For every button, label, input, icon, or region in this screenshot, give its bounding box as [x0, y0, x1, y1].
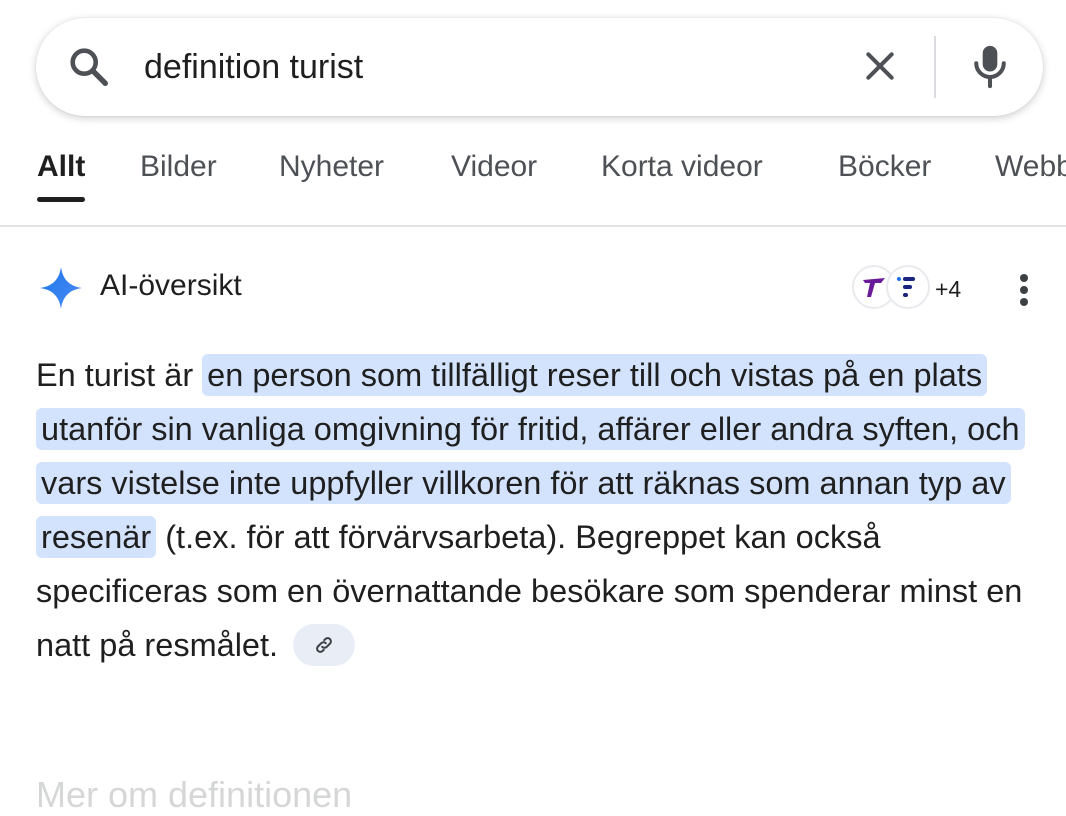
source-icons[interactable]	[852, 265, 932, 311]
tab-webb[interactable]: Webb	[995, 150, 1066, 184]
search-tabs: Allt Bilder Nyheter Videor Korta videor …	[0, 140, 1066, 226]
more-vert-icon[interactable]	[1014, 270, 1034, 310]
source-logo-f-icon	[897, 277, 915, 297]
ai-overview-title: AI-översikt	[100, 269, 242, 302]
search-divider	[934, 36, 936, 98]
ai-overview-answer: En turist är en person som tillfälligt r…	[36, 348, 1046, 672]
source-favicon-2[interactable]	[886, 265, 930, 309]
next-section-heading: Mer om definitionen	[36, 774, 353, 815]
search-icon[interactable]	[66, 44, 112, 90]
sources-count[interactable]: +4	[935, 276, 961, 303]
link-icon	[316, 637, 332, 654]
tab-allt[interactable]: Allt	[37, 150, 85, 184]
answer-intro: En turist är	[36, 357, 194, 393]
answer-rest: (t.ex. för att förvärvsarbeta). Begreppe…	[36, 519, 1023, 663]
tab-korta-videor[interactable]: Korta videor	[601, 150, 763, 184]
tab-bilder[interactable]: Bilder	[140, 150, 217, 184]
tab-videor[interactable]: Videor	[451, 150, 537, 184]
search-input[interactable]: definition turist	[144, 44, 363, 90]
tab-bocker[interactable]: Böcker	[838, 150, 931, 184]
source-link-chip[interactable]	[293, 624, 356, 667]
active-tab-indicator	[37, 197, 85, 202]
mic-icon[interactable]	[968, 42, 1012, 90]
tab-nyheter[interactable]: Nyheter	[279, 150, 384, 184]
tabs-divider	[0, 225, 1066, 227]
sparkle-icon	[39, 266, 83, 310]
close-icon[interactable]	[860, 46, 900, 86]
